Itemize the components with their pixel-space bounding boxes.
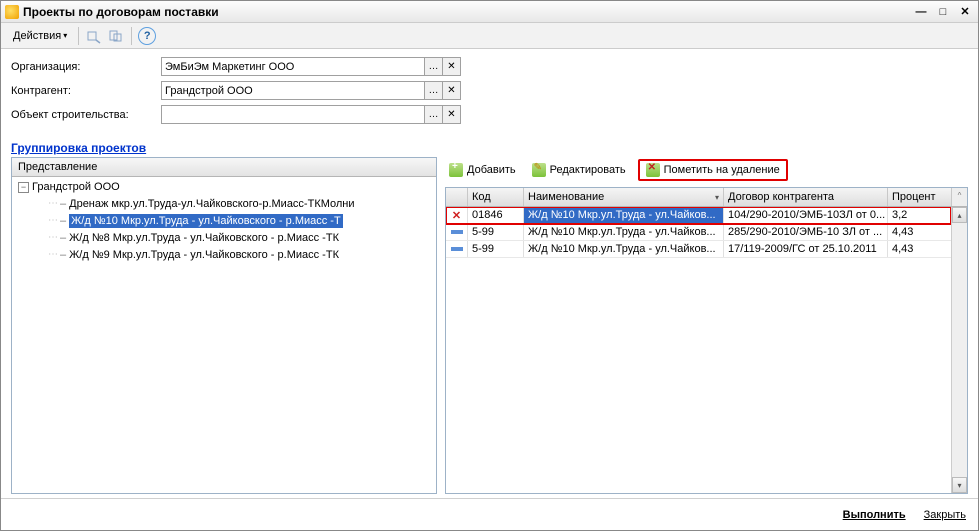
scroll-track[interactable]	[952, 223, 967, 477]
deleted-mark-icon: ✕	[452, 209, 461, 222]
tree-root-label: Грандстрой ООО	[32, 181, 120, 193]
org-row: Организация: … ✕	[11, 57, 968, 76]
tree-header: Представление	[12, 158, 436, 177]
help-icon: ?	[138, 27, 156, 45]
edit-button[interactable]: Редактировать	[528, 161, 630, 179]
row-icon	[451, 230, 463, 234]
right-toolbar: Добавить Редактировать Пометить на удале…	[445, 157, 968, 187]
counterparty-clear-button[interactable]: ✕	[442, 81, 461, 100]
cell-contract: 285/290-2010/ЭМБ-10 ЗЛ от ...	[724, 224, 888, 240]
cell-contract: 104/290-2010/ЭМБ-10ЗЛ от 0...	[724, 207, 888, 223]
section-title[interactable]: Группировка проектов	[11, 141, 978, 155]
tree-body[interactable]: − Грандстрой ООО ⋯–Дренаж мкр.ул.Труда-у…	[12, 177, 436, 493]
org-clear-button[interactable]: ✕	[442, 57, 461, 76]
close-button[interactable]: ✕	[956, 4, 974, 20]
titlebar: Проекты по договорам поставки — □ ✕	[1, 1, 978, 23]
cell-name: Ж/д №10 Мкр.ул.Труда - ул.Чайков...	[524, 224, 724, 240]
cell-percent: 3,2	[888, 207, 951, 223]
col-icon[interactable]	[446, 188, 468, 206]
delete-label: Пометить на удаление	[664, 164, 780, 176]
cell-name: Ж/д №10 Мкр.ул.Труда - ул.Чайков...	[524, 207, 724, 223]
toolbar-separator	[78, 27, 79, 45]
toolbar-icon-1[interactable]	[84, 26, 104, 46]
collapse-icon[interactable]: −	[18, 182, 29, 193]
counterparty-label: Контрагент:	[11, 85, 161, 97]
edit-icon	[532, 163, 546, 177]
cell-percent: 4,43	[888, 224, 951, 240]
object-label: Объект строительства:	[11, 109, 161, 121]
form-area: Организация: … ✕ Контрагент: … ✕ Объект …	[1, 49, 978, 137]
counterparty-input[interactable]	[161, 81, 425, 100]
cell-contract: 17/119-2009/ГС от 25.10.2011	[724, 241, 888, 257]
col-name[interactable]: Наименование ▾	[524, 188, 724, 206]
right-pane: Добавить Редактировать Пометить на удале…	[445, 157, 968, 494]
tree-item[interactable]: ⋯–Дренаж мкр.ул.Труда-ул.Чайковского-р.М…	[16, 195, 432, 212]
mark-delete-button[interactable]: Пометить на удаление	[638, 159, 788, 181]
col-contract[interactable]: Договор контрагента	[724, 188, 888, 206]
scroll-down-button[interactable]: ▾	[952, 477, 967, 493]
grid-body[interactable]: ✕01846Ж/д №10 Мкр.ул.Труда - ул.Чайков..…	[446, 207, 951, 493]
help-button[interactable]: ?	[137, 26, 157, 46]
app-icon	[5, 5, 19, 19]
tree-item[interactable]: ⋯–Ж/д №10 Мкр.ул.Труда - ул.Чайковского …	[16, 212, 432, 229]
window-title: Проекты по договорам поставки	[23, 5, 912, 19]
maximize-button[interactable]: □	[934, 4, 952, 20]
org-label: Организация:	[11, 61, 161, 73]
main-window: Проекты по договорам поставки — □ ✕ Дейс…	[0, 0, 979, 531]
org-input[interactable]	[161, 57, 425, 76]
org-select-button[interactable]: …	[424, 57, 443, 76]
add-icon	[449, 163, 463, 177]
table-row[interactable]: ✕ 01846Ж/д №10 Мкр.ул.Труда - ул.Чайков..…	[446, 207, 951, 224]
object-clear-button[interactable]: ✕	[442, 105, 461, 124]
counterparty-row: Контрагент: … ✕	[11, 81, 968, 100]
actions-menu[interactable]: Действия ▾	[7, 29, 73, 43]
footer: Выполнить Закрыть	[1, 498, 978, 530]
col-percent[interactable]: Процент	[888, 188, 951, 206]
close-button-footer[interactable]: Закрыть	[924, 509, 966, 521]
main-toolbar: Действия ▾ ?	[1, 23, 978, 49]
object-row: Объект строительства: … ✕	[11, 105, 968, 124]
split-panes: Представление − Грандстрой ООО ⋯–Дренаж …	[1, 157, 978, 498]
tree-item[interactable]: ⋯–Ж/д №8 Мкр.ул.Труда - ул.Чайковского -…	[16, 229, 432, 246]
col-code[interactable]: Код	[468, 188, 524, 206]
table-row[interactable]: 5-99Ж/д №10 Мкр.ул.Труда - ул.Чайков...1…	[446, 241, 951, 258]
table-row[interactable]: 5-99Ж/д №10 Мкр.ул.Труда - ул.Чайков...2…	[446, 224, 951, 241]
toolbar-icon-2[interactable]	[106, 26, 126, 46]
delete-icon	[646, 163, 660, 177]
tree-pane: Представление − Грандстрой ООО ⋯–Дренаж …	[11, 157, 437, 494]
edit-label: Редактировать	[550, 164, 626, 176]
window-controls: — □ ✕	[912, 4, 974, 20]
tree-item[interactable]: ⋯–Ж/д №9 Мкр.ул.Труда - ул.Чайковского -…	[16, 246, 432, 263]
scroll-up-button[interactable]: ▴	[952, 207, 967, 223]
object-input[interactable]	[161, 105, 425, 124]
grid-header: Код Наименование ▾ Договор контрагента П…	[446, 188, 967, 207]
cell-name: Ж/д №10 Мкр.ул.Труда - ул.Чайков...	[524, 241, 724, 257]
row-icon	[451, 247, 463, 251]
object-select-button[interactable]: …	[424, 105, 443, 124]
counterparty-select-button[interactable]: …	[424, 81, 443, 100]
execute-button[interactable]: Выполнить	[843, 509, 906, 521]
cell-code: 01846	[468, 207, 524, 223]
toolbar-separator	[131, 27, 132, 45]
projects-grid: Код Наименование ▾ Договор контрагента П…	[445, 187, 968, 494]
add-button[interactable]: Добавить	[445, 161, 520, 179]
minimize-button[interactable]: —	[912, 4, 930, 20]
add-label: Добавить	[467, 164, 516, 176]
chevron-down-icon: ▾	[63, 31, 67, 40]
vertical-scrollbar[interactable]: ▴ ▾	[951, 207, 967, 493]
sort-indicator-icon: ▾	[715, 193, 719, 202]
scroll-stub: ^	[951, 188, 967, 206]
tree-root[interactable]: − Грандстрой ООО	[16, 179, 432, 195]
cell-code: 5-99	[468, 224, 524, 240]
cell-code: 5-99	[468, 241, 524, 257]
cell-percent: 4,43	[888, 241, 951, 257]
actions-label: Действия	[13, 30, 61, 42]
